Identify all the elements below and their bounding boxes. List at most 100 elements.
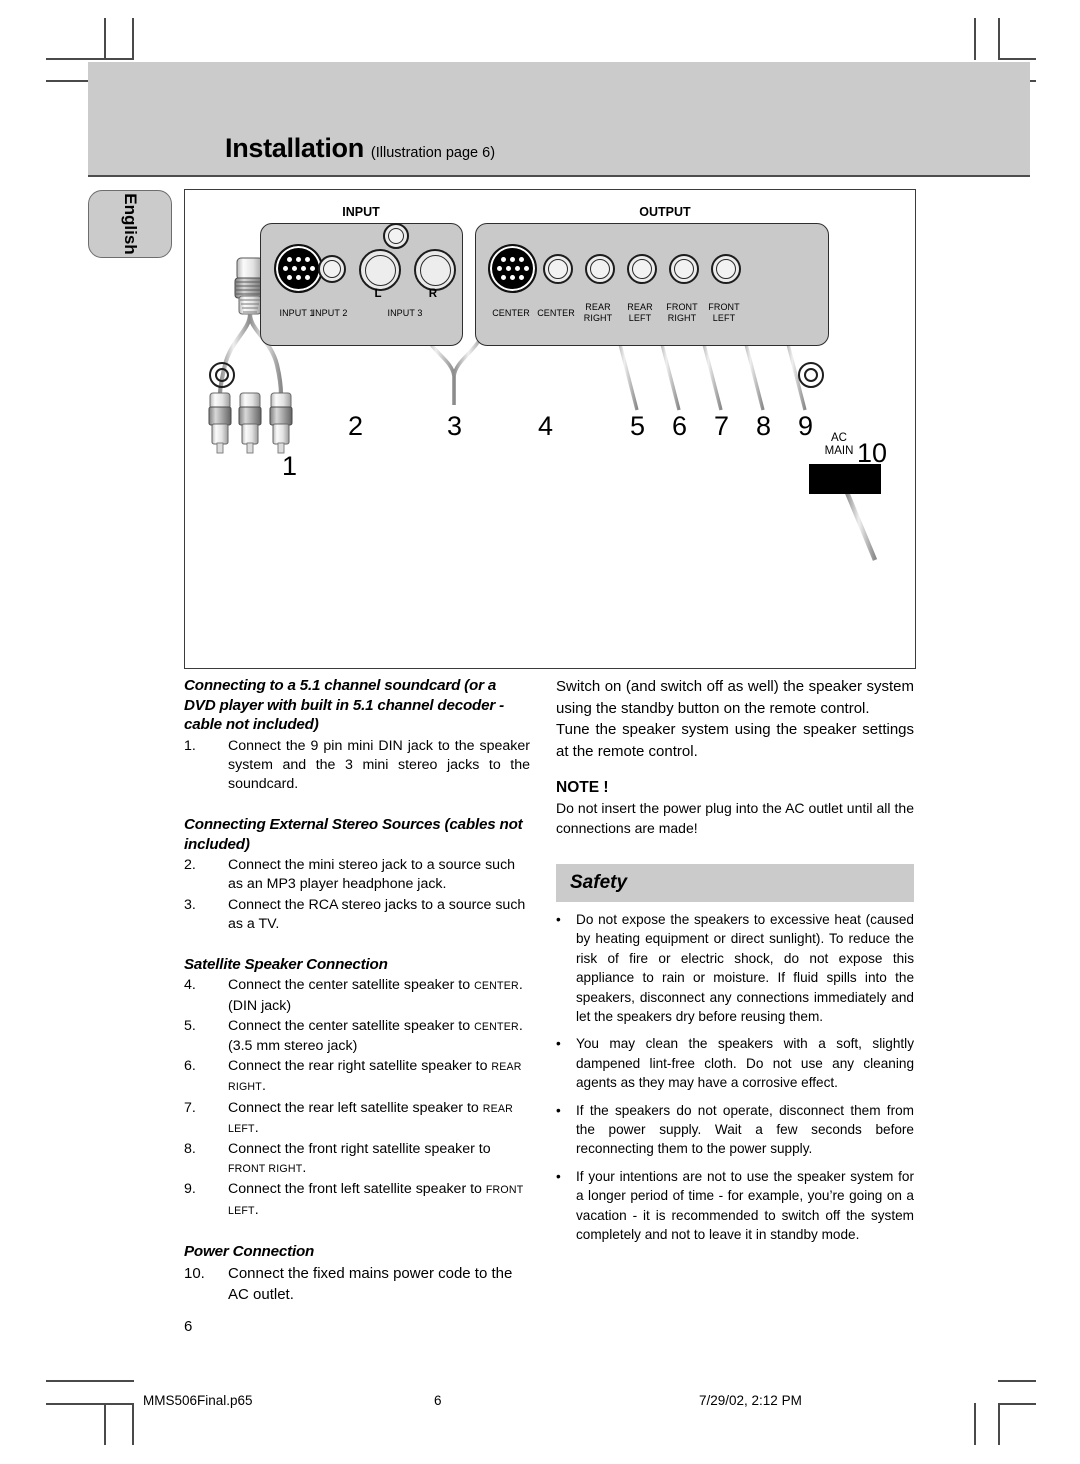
output-front-left-jack[interactable] bbox=[711, 254, 741, 284]
crop-mark-tr-h bbox=[998, 58, 1036, 60]
footer-timestamp: 7/29/02, 2:12 PM bbox=[699, 1393, 802, 1408]
heading-power-connection: Power Connection bbox=[184, 1242, 315, 1260]
document-page: Installation (Illustration page 6) Engli… bbox=[0, 0, 1080, 1464]
list-item-1: 1. Connect the 9 pin mini DIN jack to th… bbox=[184, 737, 530, 795]
output-center-din-jack[interactable] bbox=[488, 244, 537, 293]
list-item-9-number: 9. bbox=[184, 1181, 196, 1198]
screw-right-icon bbox=[798, 362, 824, 388]
safety-bullet-3: • If the speakers do not operate, discon… bbox=[556, 1101, 914, 1159]
illustration-panel: INPUT INPUT 1 INPUT 2 L R INPUT 3 OUTPUT… bbox=[184, 189, 916, 669]
list-item-10-number: 10. bbox=[184, 1265, 205, 1283]
output-front-left-label-line1: FRONT bbox=[708, 302, 740, 312]
input-3-center-small-jack[interactable] bbox=[383, 223, 409, 249]
list-item-5-text: Connect the center satellite speaker to … bbox=[228, 1017, 530, 1056]
input-3-label: INPUT 3 bbox=[387, 308, 423, 318]
output-panel-title: OUTPUT bbox=[639, 205, 691, 219]
list-item-6-number: 6. bbox=[184, 1058, 196, 1075]
ac-main-connector[interactable] bbox=[809, 464, 881, 494]
header-divider bbox=[88, 175, 1030, 177]
safety-bullet-1: • Do not expose the speakers to excessiv… bbox=[556, 910, 914, 1026]
safety-bullet-4-text: If your intentions are not to use the sp… bbox=[576, 1168, 914, 1243]
callout-8: 8 bbox=[756, 411, 772, 441]
note-body: Do not insert the power plug into the AC… bbox=[556, 800, 914, 836]
crop-mark-bl-h bbox=[46, 1380, 134, 1382]
list-item-4-body: Connect the center satellite speaker to bbox=[228, 977, 475, 994]
page-number: 6 bbox=[184, 1318, 193, 1335]
input-2-mini-jack[interactable] bbox=[318, 255, 346, 283]
bullet-icon: • bbox=[556, 1102, 561, 1118]
list-item-8-tail: . bbox=[302, 1160, 307, 1177]
list-item-4-smallcaps: CENTER bbox=[474, 980, 519, 993]
list-item-8: 8. Connect the front right satellite spe… bbox=[184, 1140, 530, 1179]
list-item-8-body: Connect the front right satellite speake… bbox=[228, 1141, 491, 1158]
list-item-2-number: 2. bbox=[184, 857, 196, 874]
output-rear-right-jack[interactable] bbox=[585, 254, 615, 284]
crop-mark-br-h bbox=[998, 1380, 1036, 1382]
input-3-right-rca-jack[interactable] bbox=[414, 249, 456, 291]
bullet-icon: • bbox=[556, 1168, 561, 1184]
left-text-column: Connecting to a 5.1 channel soundcard (o… bbox=[184, 676, 530, 1306]
list-item-5-number: 5. bbox=[184, 1017, 196, 1034]
heading-satellite-speaker: Satellite Speaker Connection bbox=[184, 955, 388, 973]
right-text-column: Switch on (and switch off as well) the s… bbox=[556, 676, 914, 1245]
cable-10 bbox=[843, 489, 878, 561]
paragraph-tune-system: Tune the speaker system using the speake… bbox=[556, 721, 914, 760]
output-rear-left-jack[interactable] bbox=[627, 254, 657, 284]
list-item-8-number: 8. bbox=[184, 1141, 196, 1158]
language-tab-label: English bbox=[121, 193, 140, 255]
list-item-6-text: Connect the rear right satellite speaker… bbox=[228, 1057, 530, 1097]
list-item-5-body: Connect the center satellite speaker to bbox=[228, 1017, 475, 1034]
heading-external-stereo: Connecting External Stereo Sources (cabl… bbox=[184, 816, 523, 853]
crop-mark-tr-v bbox=[974, 18, 976, 60]
list-item-7-number: 7. bbox=[184, 1099, 196, 1116]
safety-bullet-4: • If your intentions are not to use the … bbox=[556, 1167, 914, 1245]
list-item-7: 7. Connect the rear left satellite speak… bbox=[184, 1099, 530, 1139]
crop-mark-tl-h bbox=[46, 58, 134, 60]
list-item-8-text: Connect the front right satellite speake… bbox=[228, 1140, 530, 1179]
page-title-sub: (Illustration page 6) bbox=[370, 145, 496, 161]
callout-4: 4 bbox=[538, 411, 554, 441]
input-1-din-jack[interactable] bbox=[274, 244, 323, 293]
crop-mark-tr-v2 bbox=[998, 18, 1000, 60]
crop-mark-tl-v bbox=[132, 18, 134, 60]
output-front-left-label: FRONT LEFT bbox=[696, 302, 752, 323]
output-center-mini-jack[interactable] bbox=[543, 254, 573, 284]
list-item-9-tail: . bbox=[254, 1201, 259, 1218]
list-item-10: 10. Connect the fixed mains power code t… bbox=[184, 1263, 530, 1305]
list-item-4-number: 4. bbox=[184, 977, 196, 994]
bullet-icon: • bbox=[556, 912, 561, 927]
bullet-icon: • bbox=[556, 1036, 561, 1052]
input-3-left-rca-jack[interactable] bbox=[359, 249, 401, 291]
callout-6: 6 bbox=[672, 411, 688, 441]
list-item-9: 9. Connect the front left satellite spea… bbox=[184, 1180, 530, 1220]
language-tab: English bbox=[88, 190, 172, 258]
callout-1: 1 bbox=[282, 451, 298, 481]
list-item-8-smallcaps: FRONT RIGHT bbox=[228, 1163, 303, 1176]
list-item-6-tail: . bbox=[261, 1078, 266, 1095]
list-item-5-smallcaps: CENTER bbox=[474, 1020, 519, 1033]
crop-mark-br-h2 bbox=[998, 1403, 1036, 1405]
output-rear-left-label-line1: REAR bbox=[627, 302, 653, 312]
crop-mark-tl-v2 bbox=[104, 18, 106, 60]
safety-bullet-2-text: You may clean the speakers with a soft, … bbox=[576, 1036, 914, 1091]
output-rear-right-label-line1: REAR bbox=[585, 302, 611, 312]
paragraph-switch-on: Switch on (and switch off as well) the s… bbox=[556, 678, 914, 717]
list-item-7-text: Connect the rear left satellite speaker … bbox=[228, 1099, 530, 1139]
callout-7: 7 bbox=[714, 411, 730, 441]
callout-3: 3 bbox=[447, 411, 463, 441]
crop-mark-bl-v bbox=[132, 1403, 134, 1445]
input-2-label: INPUT 2 bbox=[312, 308, 348, 318]
callout-10: 10 bbox=[857, 438, 888, 468]
output-rear-left-label-line2: LEFT bbox=[628, 312, 652, 323]
output-front-right-label-line1: FRONT bbox=[666, 302, 698, 312]
crop-mark-br-v bbox=[974, 1403, 976, 1445]
callout-2: 2 bbox=[348, 411, 364, 441]
input-panel-title: INPUT bbox=[342, 205, 380, 219]
output-front-right-jack[interactable] bbox=[669, 254, 699, 284]
crop-mark-bl-v2 bbox=[104, 1403, 106, 1445]
output-front-right-label-line2: RIGHT bbox=[667, 312, 697, 323]
safety-section-header: Safety bbox=[556, 864, 914, 902]
input-3-right-marker: R bbox=[428, 288, 438, 300]
footer-page: 6 bbox=[434, 1393, 442, 1408]
list-item-1-number: 1. bbox=[184, 737, 196, 754]
